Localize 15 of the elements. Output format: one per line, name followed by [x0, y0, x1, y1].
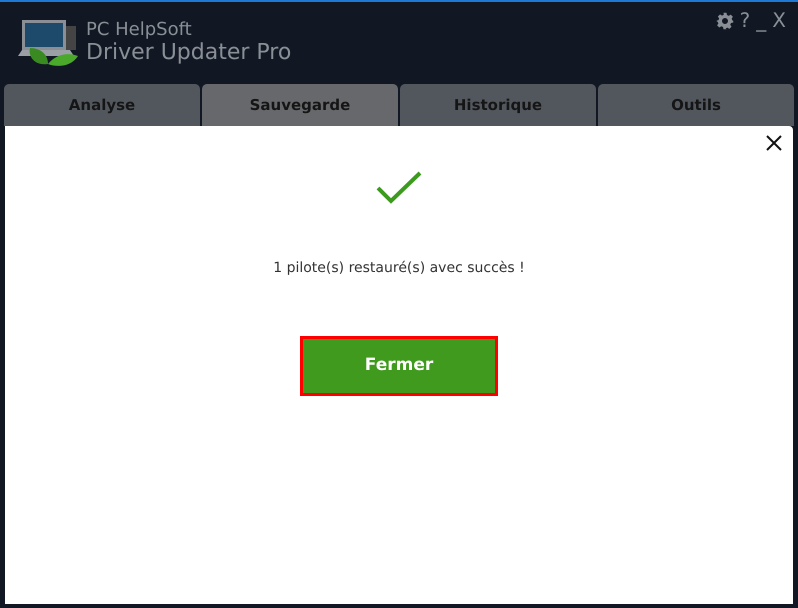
success-message: 1 pilote(s) restauré(s) avec succès ! — [273, 259, 525, 278]
close-window-button[interactable]: X — [772, 10, 786, 30]
close-icon[interactable] — [765, 134, 783, 152]
tab[interactable]: Historique — [400, 84, 596, 126]
tab[interactable]: Analyse — [4, 84, 200, 126]
settings-icon[interactable] — [716, 12, 734, 30]
tab[interactable]: Outils — [598, 84, 794, 126]
vendor-name: PC HelpSoft — [86, 21, 193, 39]
help-button[interactable]: ? — [740, 10, 750, 30]
tab[interactable]: Sauvegarde — [202, 84, 398, 126]
minimize-button[interactable]: _ — [756, 10, 766, 30]
close-button[interactable]: Fermer — [303, 339, 495, 393]
laptop-leaf-logo-icon — [16, 18, 80, 68]
checkmark-icon — [375, 170, 423, 206]
app-title: Driver Updater Pro — [86, 42, 292, 64]
